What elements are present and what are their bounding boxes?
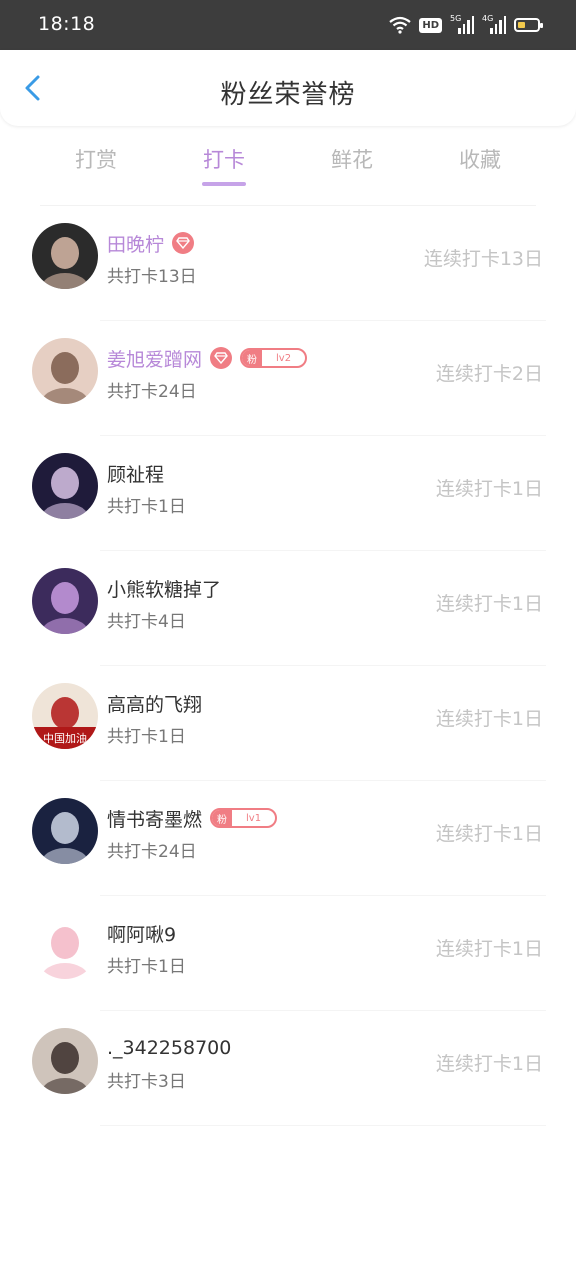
tab-label: 打赏 — [75, 148, 117, 172]
diamond-icon — [210, 347, 233, 369]
total-checkin: 共打卡13日 — [107, 267, 197, 287]
fan-badge-level: lv1 — [246, 812, 262, 824]
tab-favorites[interactable]: 收藏 — [416, 140, 544, 190]
streak-checkin: 连续打卡1日 — [435, 1053, 543, 1075]
total-checkin: 共打卡3日 — [107, 1072, 186, 1092]
name-line: ._342258700 — [107, 1035, 231, 1061]
status-time: 18:18 — [38, 13, 96, 35]
avatar[interactable] — [32, 338, 98, 404]
avatar[interactable] — [32, 223, 98, 289]
list-item[interactable]: 小熊软糖掉了共打卡4日 连续打卡1日 — [0, 551, 576, 666]
streak-checkin: 连续打卡1日 — [435, 708, 543, 730]
total-checkin: 共打卡4日 — [107, 612, 186, 632]
streak-checkin: 连续打卡1日 — [435, 593, 543, 615]
name-line: 田晚柠 — [107, 230, 195, 257]
tab-label: 打卡 — [203, 148, 245, 172]
tab-flowers[interactable]: 鲜花 — [288, 140, 416, 190]
hd-icon: HD — [419, 17, 442, 33]
tab-label: 鲜花 — [331, 148, 373, 172]
list-item[interactable]: ._342258700 共打卡3日 连续打卡1日 — [0, 1011, 576, 1126]
fan-name[interactable]: 情书寄墨燃 — [107, 805, 202, 832]
avatar[interactable] — [32, 1028, 98, 1094]
streak-checkin: 连续打卡1日 — [435, 478, 543, 500]
name-line: 啊阿啾9 — [107, 920, 176, 946]
signal-4g-icon: 4G — [482, 14, 506, 34]
fan-name[interactable]: 田晚柠 — [107, 230, 164, 257]
avatar-caption: 中国加油 — [43, 732, 87, 745]
list-item[interactable]: 顾祉程共打卡1日 连续打卡1日 — [0, 436, 576, 551]
total-checkin: 共打卡1日 — [107, 497, 186, 517]
wifi-icon — [389, 16, 412, 34]
header: 粉丝荣誉榜 — [0, 50, 576, 126]
total-checkin: 共打卡1日 — [107, 957, 186, 977]
fan-level-badge: 粉 lv1 — [210, 808, 278, 828]
name-line: 小熊软糖掉了 — [107, 575, 221, 601]
name-line: 姜旭爱蹭网 粉 lv2 — [107, 345, 308, 372]
diamond-icon — [172, 232, 195, 254]
fan-badge-label: 粉 — [212, 810, 233, 826]
signal-5g-icon: 5G — [450, 14, 474, 34]
list-item[interactable]: 田晚柠共打卡13日 连续打卡13日 — [0, 206, 576, 321]
list-item[interactable]: 姜旭爱蹭网 粉 lv2 共打卡24日 连续打卡2日 — [0, 321, 576, 436]
fan-name[interactable]: ._342258700 — [107, 1037, 231, 1059]
tab-underline — [202, 182, 246, 186]
total-checkin: 共打卡1日 — [107, 727, 186, 747]
fan-name[interactable]: 顾祉程 — [107, 460, 164, 487]
avatar[interactable] — [32, 453, 98, 519]
status-bar: 18:18 HD 5G 4G — [0, 0, 576, 50]
tab-checkin[interactable]: 打卡 — [160, 140, 288, 190]
list-item[interactable]: 情书寄墨燃粉 lv1 共打卡24日 连续打卡1日 — [0, 781, 576, 896]
streak-checkin: 连续打卡2日 — [435, 363, 543, 385]
battery-icon — [514, 18, 543, 32]
list-item[interactable]: 中国加油 高高的飞翔共打卡1日 连续打卡1日 — [0, 666, 576, 781]
status-icons: HD 5G 4G — [389, 14, 543, 36]
fan-badge-level: lv2 — [276, 352, 292, 364]
fan-name[interactable]: 啊阿啾9 — [107, 920, 176, 947]
page-title: 粉丝荣誉榜 — [220, 80, 356, 110]
list-item[interactable]: 啊阿啾9 共打卡1日 连续打卡1日 — [0, 896, 576, 1011]
streak-checkin: 连续打卡1日 — [435, 938, 543, 960]
avatar[interactable] — [32, 798, 98, 864]
avatar[interactable] — [32, 568, 98, 634]
tab-bar: 打赏 打卡 鲜花 收藏 — [32, 140, 544, 190]
fan-name[interactable]: 小熊软糖掉了 — [107, 575, 221, 602]
avatar[interactable]: 中国加油 — [32, 683, 98, 749]
name-line: 情书寄墨燃粉 lv1 — [107, 805, 278, 832]
tab-label: 收藏 — [459, 148, 501, 172]
name-line: 高高的飞翔 — [107, 690, 202, 716]
divider — [100, 1125, 546, 1126]
avatar[interactable] — [32, 913, 98, 979]
tab-reward[interactable]: 打赏 — [32, 140, 160, 190]
total-checkin: 共打卡24日 — [107, 842, 197, 862]
fan-name[interactable]: 高高的飞翔 — [107, 690, 202, 717]
total-checkin: 共打卡24日 — [107, 382, 197, 402]
fan-list: 田晚柠 共打卡13日 连续打卡13日 姜旭爱蹭网粉 lv2 共打卡24日 连续打卡2日 顾祉程… — [0, 206, 576, 1126]
name-line: 顾祉程 — [107, 460, 164, 486]
streak-checkin: 连续打卡13日 — [423, 248, 543, 270]
streak-checkin: 连续打卡1日 — [435, 823, 543, 845]
fan-name[interactable]: 姜旭爱蹭网 — [107, 345, 202, 372]
fan-level-badge: 粉 lv2 — [240, 348, 308, 368]
fan-badge-label: 粉 — [242, 350, 263, 366]
